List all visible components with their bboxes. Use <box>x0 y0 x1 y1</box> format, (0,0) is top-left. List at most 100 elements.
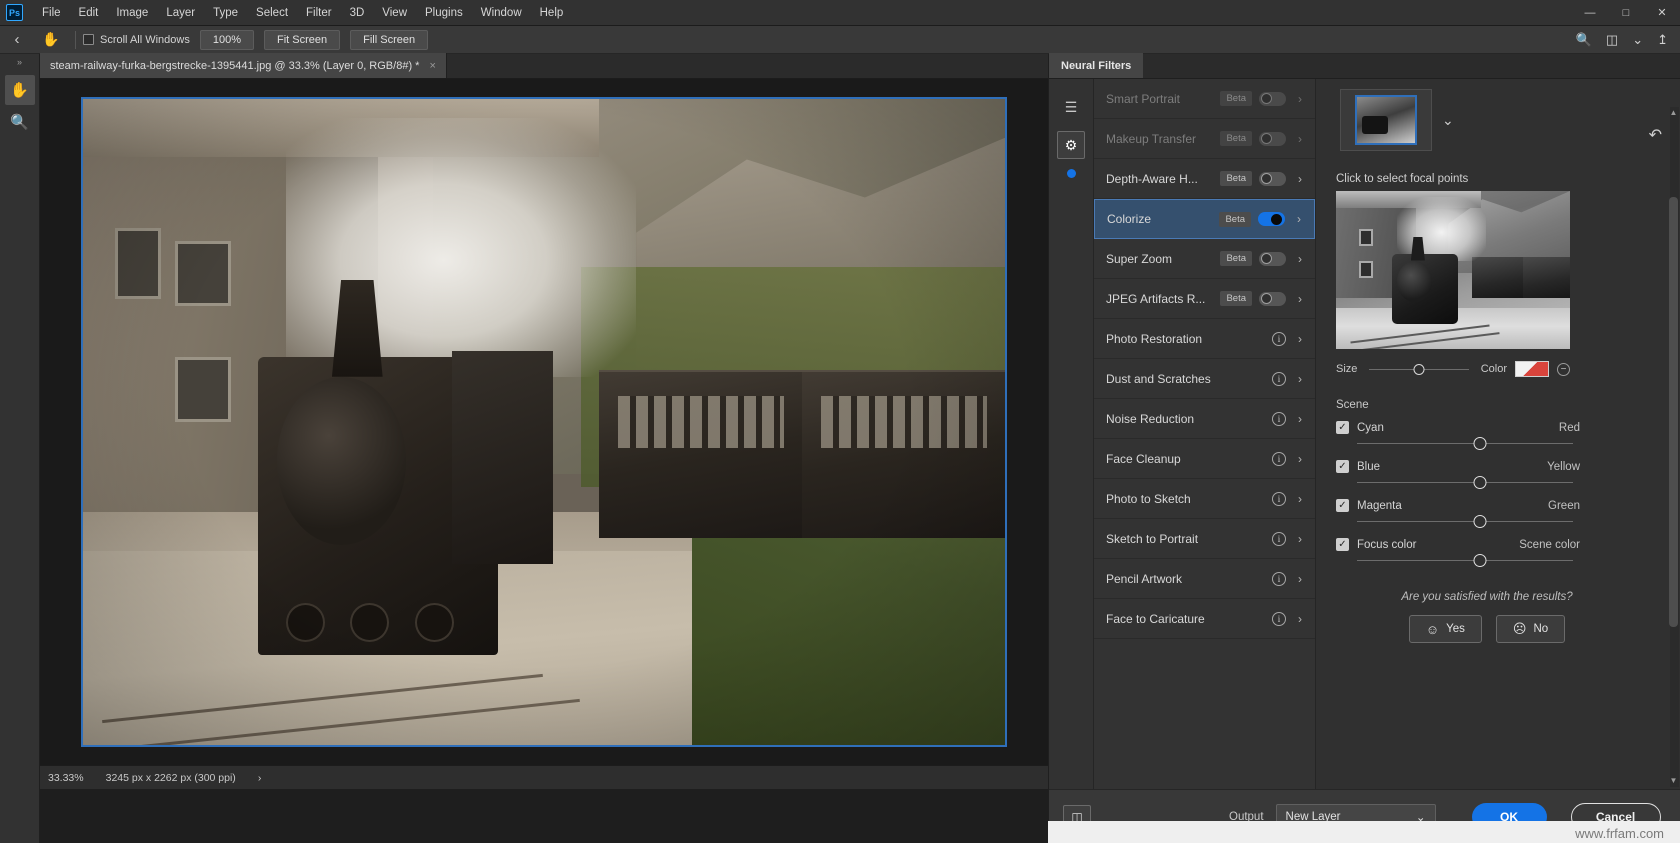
filter-toggle[interactable] <box>1258 212 1285 226</box>
color-swatch[interactable] <box>1515 361 1549 377</box>
fit-screen-button[interactable]: Fit Screen <box>264 29 341 50</box>
menu-window[interactable]: Window <box>472 3 531 23</box>
chevron-right-icon[interactable]: › <box>1293 612 1307 626</box>
preset-thumbnail-box[interactable] <box>1340 89 1432 151</box>
menu-help[interactable]: Help <box>531 3 573 23</box>
chevron-right-icon[interactable]: › <box>1293 252 1307 266</box>
maximize-icon[interactable]: □ <box>1608 0 1644 26</box>
zoom-100-button[interactable]: 100% <box>199 29 254 50</box>
scroll-up-arrow-icon[interactable]: ▲ <box>1669 107 1678 119</box>
hand-tool[interactable]: ✋ <box>4 75 35 105</box>
chevron-right-icon[interactable]: › <box>1293 452 1307 466</box>
feedback-no-button[interactable]: ☹ No <box>1495 615 1566 643</box>
canvas-area[interactable] <box>40 79 1048 765</box>
chevron-right-icon[interactable]: › <box>1293 572 1307 586</box>
filter-toggle[interactable] <box>1259 131 1286 146</box>
filter-row-photo-restoration[interactable]: Photo Restoration i › <box>1094 319 1315 359</box>
scene-slider-knob[interactable] <box>1473 437 1487 450</box>
scene-slider-knob[interactable] <box>1473 476 1487 489</box>
panel-scrollbar[interactable]: ▲ ▼ <box>1669 107 1679 787</box>
chevron-right-icon[interactable]: › <box>1292 212 1306 226</box>
chevron-right-icon[interactable]: › <box>1293 372 1307 386</box>
filter-list[interactable]: Smart Portrait Beta › Makeup Transfer Be… <box>1094 79 1316 789</box>
info-icon[interactable]: i <box>1272 571 1286 586</box>
zoom-level[interactable]: 33.33% <box>48 772 84 784</box>
remove-focal-point-icon[interactable]: − <box>1557 362 1570 376</box>
expand-panel-icon[interactable]: » <box>0 54 39 73</box>
scene-slider-knob[interactable] <box>1473 554 1487 567</box>
fill-screen-button[interactable]: Fill Screen <box>350 29 429 50</box>
filter-row-noise-reduction[interactable]: Noise Reduction i › <box>1094 399 1315 439</box>
scrollbar-thumb[interactable] <box>1669 197 1678 627</box>
filter-row-jpeg-artifacts-removal[interactable]: JPEG Artifacts R... Beta › <box>1094 279 1315 319</box>
info-icon[interactable]: i <box>1272 491 1286 506</box>
menu-image[interactable]: Image <box>107 3 157 23</box>
filter-row-pencil-artwork[interactable]: Pencil Artwork i › <box>1094 559 1315 599</box>
document-image[interactable] <box>81 97 1007 747</box>
chevron-down-icon[interactable]: ⌄ <box>1442 112 1454 129</box>
scene-slider-track[interactable] <box>1357 437 1573 450</box>
scene-checkbox[interactable]: ✓ <box>1336 499 1349 512</box>
sliders-icon[interactable]: ☰ <box>1057 93 1085 121</box>
chevron-down-icon[interactable]: ⌄ <box>1632 32 1643 48</box>
menu-filter[interactable]: Filter <box>297 3 341 23</box>
info-icon[interactable]: i <box>1272 411 1286 426</box>
focal-points-preview[interactable] <box>1336 191 1570 349</box>
info-icon[interactable]: i <box>1272 531 1286 546</box>
workspace-icon[interactable]: ◫ <box>1606 32 1618 48</box>
tab-neural-filters[interactable]: Neural Filters <box>1049 53 1144 78</box>
chevron-right-icon[interactable]: › <box>1293 172 1307 186</box>
size-slider[interactable] <box>1369 363 1469 375</box>
filter-row-photo-to-sketch[interactable]: Photo to Sketch i › <box>1094 479 1315 519</box>
filter-row-face-to-caricature[interactable]: Face to Caricature i › <box>1094 599 1315 639</box>
size-slider-knob[interactable] <box>1413 363 1425 375</box>
filter-row-super-zoom[interactable]: Super Zoom Beta › <box>1094 239 1315 279</box>
chevron-right-icon[interactable]: › <box>1293 132 1307 146</box>
chevron-right-icon[interactable]: › <box>1293 532 1307 546</box>
filter-toggle[interactable] <box>1259 251 1286 266</box>
filter-row-makeup-transfer[interactable]: Makeup Transfer Beta › <box>1094 119 1315 159</box>
menu-layer[interactable]: Layer <box>157 3 204 23</box>
scroll-down-arrow-icon[interactable]: ▼ <box>1669 775 1678 787</box>
menu-3d[interactable]: 3D <box>341 3 374 23</box>
scene-slider-track[interactable] <box>1357 515 1573 528</box>
filter-toggle[interactable] <box>1259 91 1286 106</box>
preset-thumbnail[interactable] <box>1355 95 1417 145</box>
menu-select[interactable]: Select <box>247 3 297 23</box>
scene-checkbox[interactable]: ✓ <box>1336 538 1349 551</box>
filter-row-depth-aware-haze[interactable]: Depth-Aware H... Beta › <box>1094 159 1315 199</box>
search-icon[interactable]: 🔍 <box>1576 32 1592 48</box>
scene-slider-knob[interactable] <box>1473 515 1487 528</box>
close-icon[interactable]: × <box>429 60 435 72</box>
filter-row-dust-and-scratches[interactable]: Dust and Scratches i › <box>1094 359 1315 399</box>
back-chevron-icon[interactable]: ‹ <box>0 31 34 48</box>
scene-slider-track[interactable] <box>1357 476 1573 489</box>
scroll-all-windows-checkbox[interactable]: Scroll All Windows <box>83 34 190 46</box>
chevron-right-icon[interactable]: › <box>1293 412 1307 426</box>
menu-type[interactable]: Type <box>204 3 247 23</box>
close-icon[interactable]: ✕ <box>1644 0 1680 26</box>
share-icon[interactable]: ↥ <box>1657 32 1668 48</box>
filter-row-sketch-to-portrait[interactable]: Sketch to Portrait i › <box>1094 519 1315 559</box>
menu-edit[interactable]: Edit <box>70 3 108 23</box>
hand-tool-icon[interactable]: ✋ <box>34 31 68 48</box>
chevron-right-icon[interactable]: › <box>1293 492 1307 506</box>
filter-row-face-cleanup[interactable]: Face Cleanup i › <box>1094 439 1315 479</box>
scene-checkbox[interactable]: ✓ <box>1336 421 1349 434</box>
zoom-tool[interactable]: 🔍 <box>5 107 35 137</box>
info-icon[interactable]: i <box>1272 371 1286 386</box>
flask-icon[interactable]: ⚙ <box>1057 131 1085 159</box>
feedback-yes-button[interactable]: ☺ Yes <box>1408 615 1482 643</box>
info-icon[interactable]: i <box>1272 451 1286 466</box>
menu-file[interactable]: File <box>33 3 70 23</box>
filter-toggle[interactable] <box>1259 171 1286 186</box>
chevron-right-icon[interactable]: › <box>1293 292 1307 306</box>
reset-icon[interactable]: ↶ <box>1649 125 1662 145</box>
filter-row-smart-portrait[interactable]: Smart Portrait Beta › <box>1094 79 1315 119</box>
document-tab[interactable]: steam-railway-furka-bergstrecke-1395441.… <box>40 53 447 78</box>
info-icon[interactable]: i <box>1272 331 1286 346</box>
minimize-icon[interactable]: — <box>1572 0 1608 26</box>
scene-slider-track[interactable] <box>1357 554 1573 567</box>
status-expand-icon[interactable]: › <box>258 772 262 784</box>
info-icon[interactable]: i <box>1272 611 1286 626</box>
